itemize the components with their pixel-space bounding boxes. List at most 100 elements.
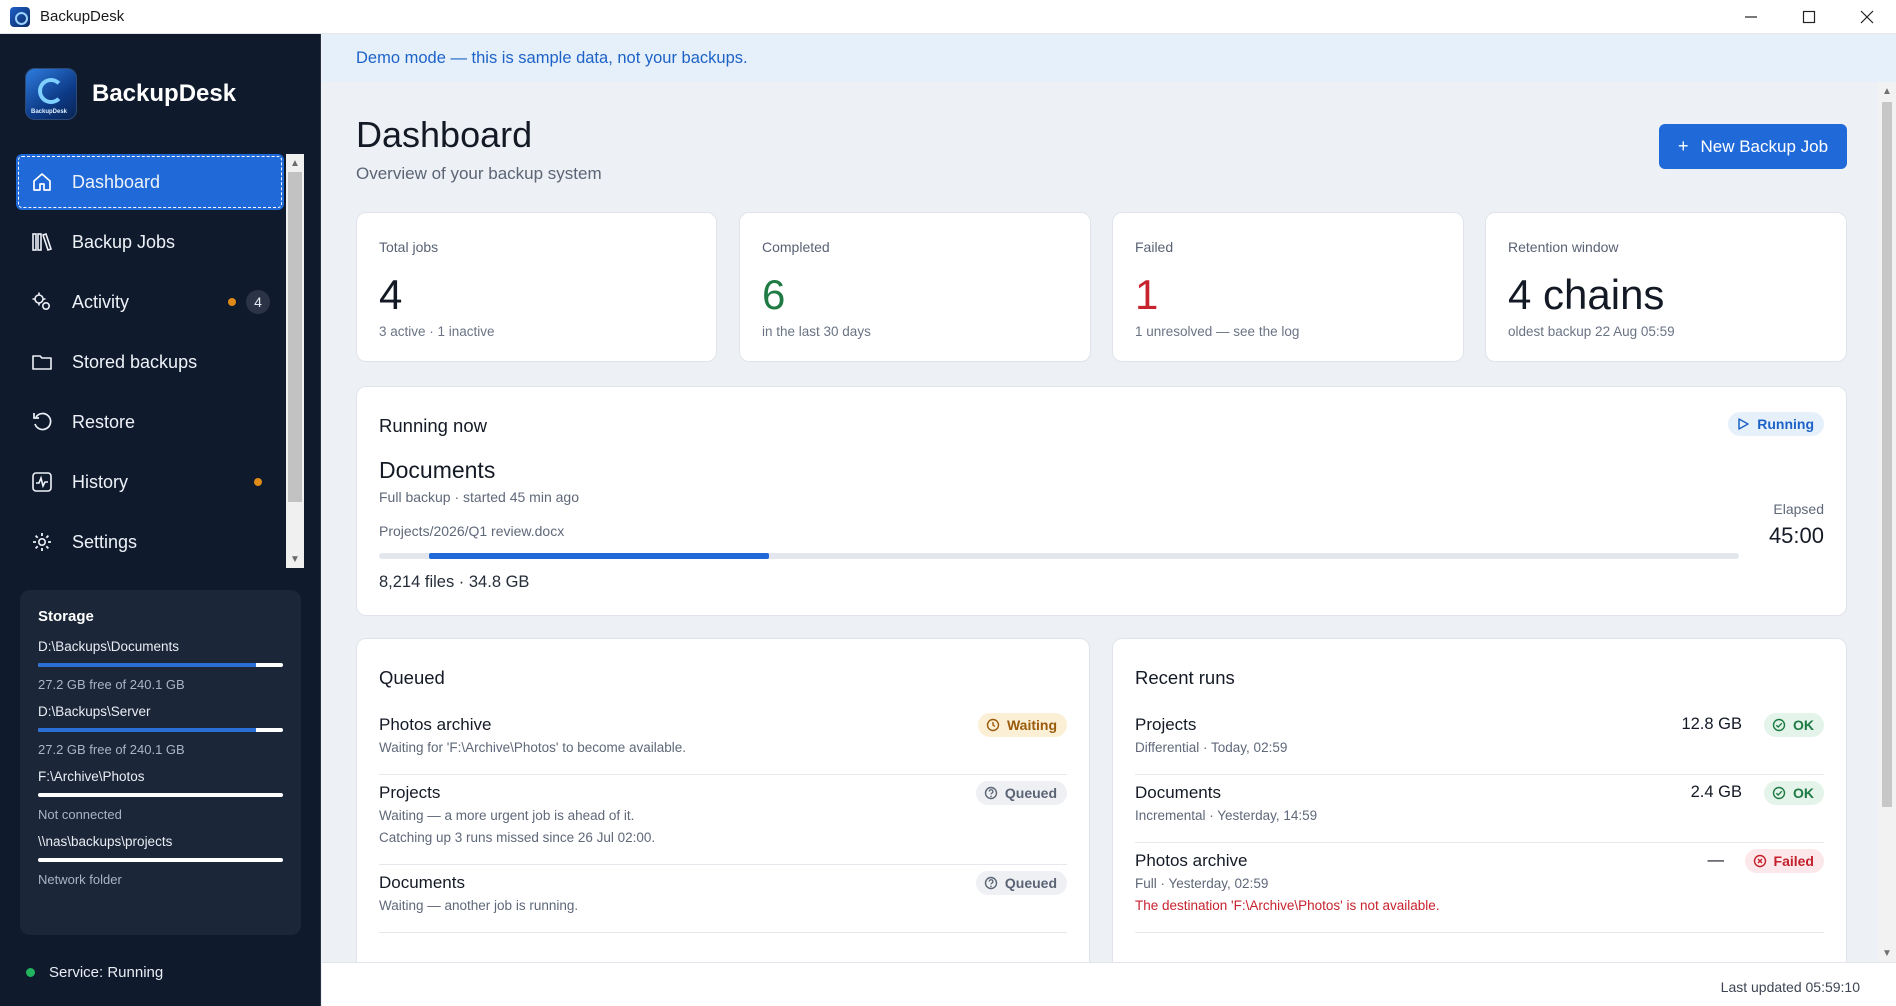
stat-label: Failed [1135,239,1174,255]
stat-note: 1 unresolved — see the log [1135,324,1300,339]
drive-usage-bar [38,793,283,797]
sidebar-item-stored-backups[interactable]: Stored backups [16,334,284,390]
clock-icon [986,718,1000,732]
activity-dot [228,298,236,306]
scroll-down-arrow-icon[interactable]: ▼ [1878,944,1896,962]
plus-icon: + [1677,136,1689,156]
play-icon [1738,418,1749,430]
stat-card-total-jobs: Total jobs 4 3 active · 1 inactive [356,212,717,362]
brand-name: BackupDesk [92,80,237,107]
running-now-title: Running now [379,415,487,436]
recent-run-item[interactable]: Documents Incremental · Yesterday, 14:59… [1135,781,1824,843]
activity-count-badge: 4 [246,290,270,314]
recent-run-desc: Full · Yesterday, 02:59 [1135,876,1269,891]
restore-icon [30,410,54,434]
scroll-up-arrow-icon[interactable]: ▲ [286,154,304,172]
running-status-badge: Running [1728,412,1824,436]
question-icon [984,786,998,800]
gear-icon [30,530,54,554]
close-icon[interactable] [1838,0,1896,34]
queued-status-label: Queued [1004,875,1057,891]
new-backup-job-button[interactable]: + New Backup Job [1659,124,1847,169]
gears-icon [30,290,54,314]
queued-status-badge: Queued [975,871,1067,895]
running-progress-fill [429,553,770,559]
storage-drive: D:\Backups\Documents 27.2 GB free of 240… [38,639,283,692]
running-current-file: Projects/2026/Q1 review.docx [379,523,565,539]
scroll-down-arrow-icon[interactable]: ▼ [286,550,304,568]
maximize-icon[interactable] [1780,0,1838,34]
sidebar-item-backup-jobs[interactable]: Backup Jobs [16,214,284,270]
running-job-name: Documents [379,457,496,483]
service-status: Service: Running [26,964,163,981]
failed-status-badge: Failed [1744,849,1824,873]
sidebar-scrollbar[interactable]: ▲ ▼ [286,154,304,568]
recent-run-error: The destination 'F:\Archive\Photos' is n… [1135,898,1440,913]
queued-item-name: Projects [379,783,441,802]
sidebar-item-history[interactable]: History [16,454,284,510]
recent-run-item[interactable]: Projects Differential · Today, 02:59 12.… [1135,713,1824,775]
recent-run-item[interactable]: Photos archive Full · Yesterday, 02:59 T… [1135,849,1824,933]
scrollbar-thumb[interactable] [288,172,302,502]
sidebar-item-label: Restore [72,411,136,432]
sidebar-item-restore[interactable]: Restore [16,394,284,450]
new-backup-job-label: New Backup Job [1700,136,1829,156]
minimize-icon[interactable] [1722,0,1780,34]
demo-banner: Demo mode — this is sample data, not you… [322,34,1896,82]
scroll-up-arrow-icon[interactable]: ▲ [1878,82,1896,100]
drive-path: \\nas\backups\projects [38,834,173,849]
queued-item-name: Documents [379,873,465,892]
queued-item[interactable]: Projects Waiting — a more urgent job is … [379,781,1067,865]
drive-note: Not connected [38,807,122,822]
storage-drive: D:\Backups\Server 27.2 GB free of 240.1 … [38,704,283,757]
stat-card-retention: Retention window 4 chains oldest backup … [1485,212,1847,362]
stat-label: Completed [762,239,830,255]
sidebar-item-label: Backup Jobs [72,231,176,252]
page-subtitle: Overview of your backup system [356,164,602,183]
recent-status-label: OK [1793,717,1814,733]
folder-icon [30,350,54,374]
window-titlebar: BackupDesk [0,0,1896,34]
stat-card-completed: Completed 6 in the last 30 days [739,212,1091,362]
recent-run-size: — [1707,851,1725,869]
last-updated: Last updated 05:59:10 [1720,979,1860,995]
stat-note: oldest backup 22 Aug 05:59 [1508,324,1675,339]
sidebar: BackupDesk BackupDesk Dashboard Backup J… [0,34,321,1006]
demo-banner-text: Demo mode — this is sample data, not you… [356,48,748,67]
stat-label: Retention window [1508,239,1619,255]
queued-item[interactable]: Documents Waiting — another job is runni… [379,871,1067,933]
ok-status-badge: OK [1764,781,1824,805]
main-scrollbar[interactable]: ▲ ▼ [1878,82,1896,962]
sidebar-item-label: Dashboard [72,171,161,192]
queued-item[interactable]: Photos archive Waiting for 'F:\Archive\P… [379,713,1067,775]
recent-status-label: OK [1793,785,1814,801]
check-circle-icon [1772,786,1786,800]
sidebar-item-settings[interactable]: Settings [16,514,284,570]
sidebar-item-dashboard[interactable]: Dashboard [16,154,284,210]
ok-status-badge: OK [1764,713,1824,737]
storage-title: Storage [38,608,94,625]
sidebar-item-activity[interactable]: Activity 4 [16,274,284,330]
recent-run-desc: Differential · Today, 02:59 [1135,740,1288,755]
queued-status-label: Queued [1004,785,1057,801]
elapsed-value: 45:00 [1768,523,1824,548]
status-footer: Last updated 05:59:10 [322,962,1896,1006]
recent-runs-card: Recent runs Projects Differential · Toda… [1112,638,1847,968]
drive-note: 27.2 GB free of 240.1 GB [38,677,185,692]
pulse-icon [30,470,54,494]
queued-item-desc: Waiting — a more urgent job is ahead of … [379,808,635,823]
question-icon [984,876,998,890]
service-status-label: Service: Running [49,964,164,981]
running-job-detail: Full backup · started 45 min ago [379,489,579,505]
scrollbar-thumb[interactable] [1882,102,1892,807]
queued-item-desc-secondary: Catching up 3 runs missed since 26 Jul 0… [379,830,656,845]
running-summary: 8,214 files · 34.8 GB [379,573,530,591]
recent-run-size: 12.8 GB [1681,715,1742,733]
drive-note: Network folder [38,872,122,887]
home-icon [30,170,54,194]
drive-usage-bar [38,663,283,667]
history-dot [254,478,262,486]
recent-status-label: Failed [1773,853,1814,869]
recent-runs-title: Recent runs [1135,667,1235,688]
window-controls [1722,0,1896,34]
